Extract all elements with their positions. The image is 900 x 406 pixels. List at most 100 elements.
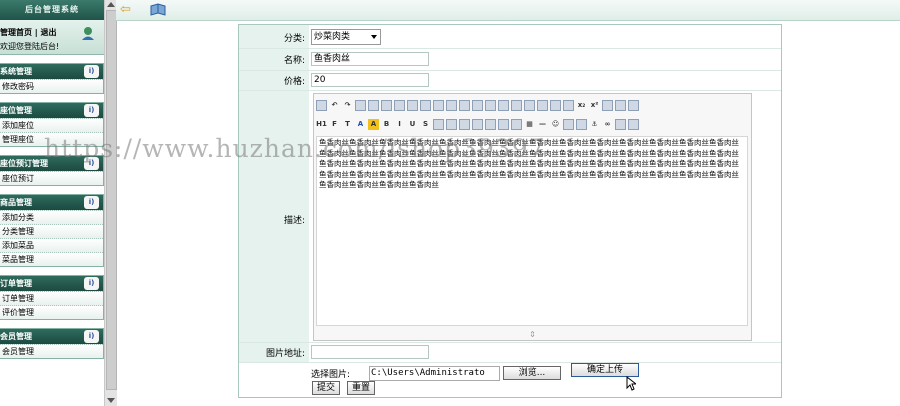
dish-form: 分类: 炒菜肉类 名称: 鱼香肉丝 价格: 20 描述: ↶ ↷ x₂ x² H1 F T… [238,24,782,398]
media-icon[interactable] [498,118,509,130]
multi-image-icon[interactable] [472,118,483,130]
undo-icon[interactable]: ↶ [329,100,340,111]
sidebar-item-manage-dish[interactable]: 菜品管理 [0,252,103,266]
sidebar-item-change-password[interactable]: 修改密码 [0,79,103,93]
paste-text-icon[interactable] [446,99,457,111]
section-orders: 订单管理 i) 订单管理 评价管理 [0,275,104,320]
row-price: 价格: 20 [239,71,781,91]
redo-icon[interactable]: ↷ [342,100,353,111]
section-title[interactable]: 商品管理 i) [0,195,103,210]
template-icon[interactable] [381,99,392,111]
back-arrow-icon[interactable]: ⇦ [120,3,131,16]
align-left-icon[interactable] [472,99,483,111]
menu-icon: i) [84,65,99,78]
sidebar-item-manage-category[interactable]: 分类管理 [0,224,103,238]
sidebar-scrollbar[interactable] [104,0,117,406]
editor-content[interactable]: 鱼香肉丝鱼香肉丝鱼香肉丝鱼香肉丝鱼香肉丝鱼香肉丝鱼香肉丝鱼香肉丝鱼香肉丝鱼香肉丝… [316,136,748,326]
sidebar-item-add-seat[interactable]: 添加座位 [0,118,103,132]
user-links: 管理首页 | 退出 [0,27,57,38]
unordered-list-icon[interactable] [537,99,548,111]
select-all-icon[interactable] [615,99,626,111]
clear-format-icon[interactable] [602,99,613,111]
mouse-cursor-icon [626,376,636,391]
sidebar-item-manage-seat[interactable]: 管理座位 [0,132,103,146]
top-toolbar: ⇦ [116,0,900,21]
row-category: 分类: 炒菜肉类 [239,25,781,49]
code-icon[interactable] [394,99,405,111]
superscript-icon[interactable]: x² [589,100,600,111]
page-break-icon[interactable] [576,118,587,130]
about-icon[interactable] [628,118,639,130]
section-title[interactable]: 座位管理 i) [0,103,103,118]
confirm-upload-button[interactable]: 确定上传 [571,363,639,377]
bold-icon[interactable]: B [381,119,392,130]
home-link[interactable]: 管理首页 [0,28,32,37]
align-center-icon[interactable] [485,99,496,111]
source-icon[interactable] [316,99,327,111]
heading-icon[interactable]: H1 [316,119,327,130]
italic-icon[interactable]: I [394,119,405,130]
cut-icon[interactable] [407,99,418,111]
scroll-thumb[interactable] [106,10,117,390]
section-title[interactable]: 会员管理 i) [0,329,103,344]
outdent-icon[interactable] [563,99,574,111]
font-name-icon[interactable]: F [329,119,340,130]
flash-icon[interactable] [485,118,496,130]
copy-icon[interactable] [420,99,431,111]
unlink-icon[interactable] [615,118,626,130]
table-icon[interactable]: ▦ [524,119,535,130]
sidebar-item-manage-orders[interactable]: 订单管理 [0,291,103,305]
remove-format-icon[interactable] [446,118,457,130]
strike-icon[interactable]: S [420,119,431,130]
link-icon[interactable]: ∞ [602,119,613,130]
sidebar-item-manage-members[interactable]: 会员管理 [0,344,103,358]
ordered-list-icon[interactable] [524,99,535,111]
choose-image-label: 选择图片: [311,370,351,380]
price-input[interactable]: 20 [311,73,429,87]
submit-button[interactable]: 提交 [312,381,340,395]
section-title[interactable]: 座位预订管理 i) [0,156,103,171]
menu-icon: i) [84,330,99,343]
sidebar-item-seat-booking[interactable]: 座位预订 [0,171,103,185]
paste-icon[interactable] [433,99,444,111]
reset-button[interactable]: 重置 [347,381,375,395]
sidebar-item-add-dish[interactable]: 添加菜品 [0,238,103,252]
insert-file-icon[interactable] [511,118,522,130]
preview-icon[interactable] [355,99,366,111]
underline-icon[interactable]: U [407,119,418,130]
sidebar-item-add-category[interactable]: 添加分类 [0,210,103,224]
font-size-icon[interactable]: T [342,119,353,130]
image-url-input[interactable] [311,345,429,359]
name-input[interactable]: 鱼香肉丝 [311,52,429,66]
resize-handle-icon[interactable]: ⇕ [314,330,751,340]
menu-icon: i) [84,157,99,170]
line-height-icon[interactable] [433,118,444,130]
emoticon-icon[interactable]: ☺ [550,119,561,130]
category-select[interactable]: 炒菜肉类 [311,29,381,45]
browse-button[interactable]: 浏览... [503,366,561,380]
book-icon[interactable] [150,3,166,16]
highlight-icon[interactable]: A [368,118,379,130]
file-path-input[interactable]: C:\Users\Administrato [369,366,500,381]
scroll-up-arrow[interactable] [107,2,115,7]
image-url-label: 图片地址: [239,343,309,362]
hr-icon[interactable]: — [537,119,548,130]
subscript-icon[interactable]: x₂ [576,100,587,111]
section-title[interactable]: 系统管理 i) [0,64,103,79]
paste-word-icon[interactable] [459,99,470,111]
map-icon[interactable] [563,118,574,130]
section-title[interactable]: 订单管理 i) [0,276,103,291]
row-name: 名称: 鱼香肉丝 [239,49,781,71]
sidebar-item-manage-reviews[interactable]: 评价管理 [0,305,103,319]
align-right-icon[interactable] [498,99,509,111]
justify-icon[interactable] [511,99,522,111]
anchor-icon[interactable]: ⚓ [589,119,600,130]
scroll-down-arrow[interactable] [107,398,115,403]
section-booking: 座位预订管理 i) 座位预订 [0,155,104,186]
print-icon[interactable] [368,99,379,111]
indent-icon[interactable] [550,99,561,111]
logout-link[interactable]: 退出 [41,28,57,37]
fullscreen-icon[interactable] [628,99,639,111]
font-color-icon[interactable]: A [355,119,366,130]
image-icon[interactable] [459,118,470,130]
